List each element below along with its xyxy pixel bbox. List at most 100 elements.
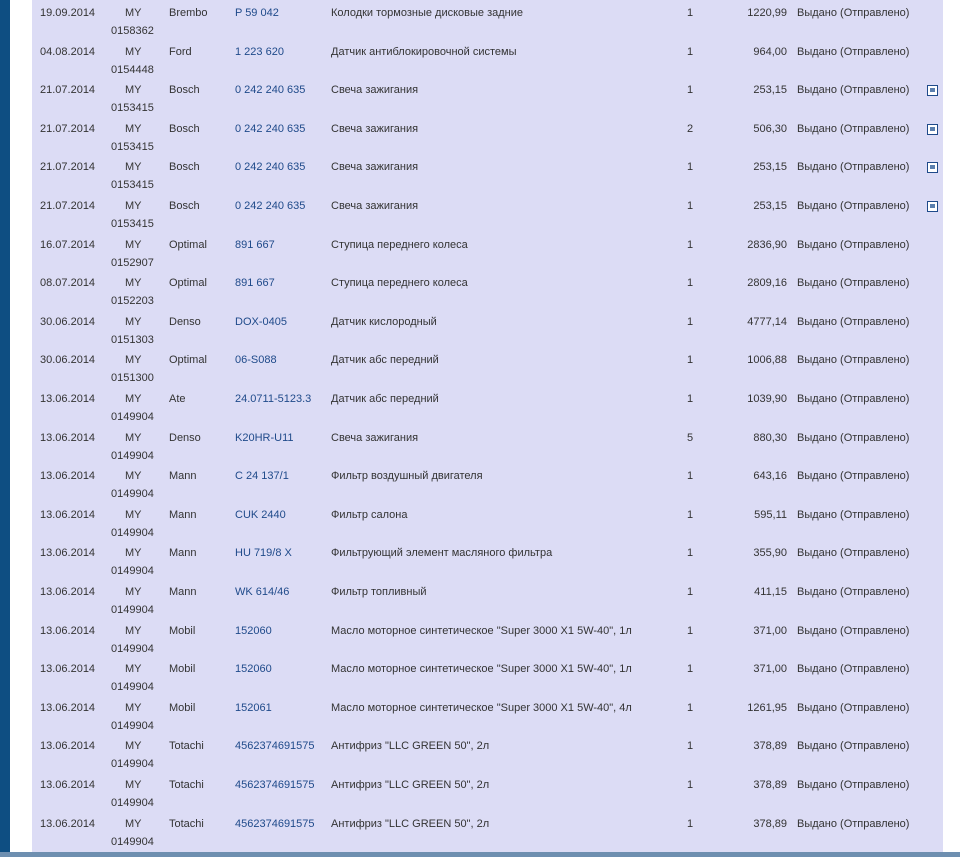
table-row[interactable]: 13.06.2014 MY 0149904 Mann HU 719/8 X Фильтру…: [32, 540, 943, 578]
article-number[interactable]: 4562374691575: [235, 818, 315, 830]
order-number: 0152907: [111, 257, 154, 269]
table-row[interactable]: 08.07.2014 MY 0152203 Optimal 891 667 Ступица…: [32, 270, 943, 308]
table-row[interactable]: 30.06.2014 MY 0151300 Optimal 06-S088 Датчик …: [32, 347, 943, 385]
table-row[interactable]: 13.06.2014 MY 0149904 Totachi 4562374691575 А…: [32, 733, 943, 771]
table-row[interactable]: 13.06.2014 MY 0149904 Mann C 24 137/1 Фильтр …: [32, 463, 943, 501]
order-number: 0149904: [111, 450, 154, 462]
status: Выдано (Отправлено): [797, 46, 910, 58]
order-number: 0153415: [111, 102, 154, 114]
article-number[interactable]: WK 614/46: [235, 586, 289, 598]
article-number[interactable]: 24.0711-5123.3: [235, 393, 311, 405]
quantity: 1: [687, 779, 694, 791]
order-number: 0149904: [111, 720, 154, 732]
table-row[interactable]: 21.07.2014 MY 0153415 Bosch 0 242 240 635 Све…: [32, 193, 943, 231]
order-prefix: MY: [125, 586, 142, 598]
order-date: 13.06.2014: [40, 663, 96, 675]
order-number: 0149904: [111, 797, 154, 809]
quantity: 1: [687, 702, 694, 714]
article-number[interactable]: 0 242 240 635: [235, 84, 305, 96]
quantity: 1: [687, 316, 694, 328]
order-date: 13.06.2014: [40, 470, 96, 482]
article-number[interactable]: 152060: [235, 625, 272, 637]
table-row[interactable]: 21.07.2014 MY 0153415 Bosch 0 242 240 635 Све…: [32, 154, 943, 192]
details-icon[interactable]: [927, 162, 938, 173]
brand: Totachi: [169, 779, 204, 791]
article-number[interactable]: 152060: [235, 663, 272, 675]
table-row[interactable]: 13.06.2014 MY 0149904 Mann WK 614/46 Фильтр т…: [32, 579, 943, 617]
order-date: 13.06.2014: [40, 586, 96, 598]
price: 371,00: [753, 625, 787, 637]
quantity: 2: [687, 123, 694, 135]
article-number[interactable]: 891 667: [235, 277, 275, 289]
brand: Bosch: [169, 200, 200, 212]
table-row[interactable]: 13.06.2014 MY 0149904 Ate 24.0711-5123.3 Датч…: [32, 386, 943, 424]
order-prefix: MY: [125, 200, 142, 212]
order-prefix: MY: [125, 779, 142, 791]
status: Выдано (Отправлено): [797, 354, 910, 366]
order-date: 30.06.2014: [40, 354, 96, 366]
quantity: 1: [687, 818, 694, 830]
article-number[interactable]: CUK 2440: [235, 509, 286, 521]
table-row[interactable]: 21.07.2014 MY 0153415 Bosch 0 242 240 635 Све…: [32, 116, 943, 154]
article-number[interactable]: 1 223 620: [235, 46, 284, 58]
order-date: 30.06.2014: [40, 316, 96, 328]
brand: Optimal: [169, 277, 207, 289]
order-date: 16.07.2014: [40, 239, 96, 251]
order-date: 13.06.2014: [40, 547, 96, 559]
table-row[interactable]: 13.06.2014 MY 0149904 Totachi 4562374691575 А…: [32, 772, 943, 810]
order-number: 0149904: [111, 643, 154, 655]
details-icon[interactable]: [927, 124, 938, 135]
table-row[interactable]: 13.06.2014 MY 0149904 Mobil 152060 Масло мото…: [32, 618, 943, 656]
table-row[interactable]: 30.06.2014 MY 0151303 Denso DOX-0405 Датчик к…: [32, 309, 943, 347]
order-number: 0158362: [111, 25, 154, 37]
article-number[interactable]: 0 242 240 635: [235, 200, 305, 212]
table-row[interactable]: 04.08.2014 MY 0154448 Ford 1 223 620 Датчик а…: [32, 39, 943, 77]
details-icon[interactable]: [927, 201, 938, 212]
status: Выдано (Отправлено): [797, 586, 910, 598]
article-number[interactable]: K20HR-U11: [235, 432, 294, 444]
price: 964,00: [753, 46, 787, 58]
article-number[interactable]: C 24 137/1: [235, 470, 289, 482]
price: 880,30: [753, 432, 787, 444]
price: 355,90: [753, 547, 787, 559]
quantity: 5: [687, 432, 694, 444]
order-number: 0153415: [111, 141, 154, 153]
brand: Mobil: [169, 663, 196, 675]
table-row[interactable]: 13.06.2014 MY 0149904 Mobil 152061 Масло мото…: [32, 695, 943, 733]
description: Антифриз "LLC GREEN 50", 2л: [331, 779, 490, 791]
table-row[interactable]: 13.06.2014 MY 0149904 Mann CUK 2440 Фильтр са…: [32, 502, 943, 540]
article-number[interactable]: 4562374691575: [235, 740, 315, 752]
order-prefix: MY: [125, 84, 142, 96]
article-number[interactable]: 0 242 240 635: [235, 123, 305, 135]
order-number: 0151300: [111, 372, 154, 384]
brand: Ford: [169, 46, 192, 58]
article-number[interactable]: 0 242 240 635: [235, 161, 305, 173]
description: Свеча зажигания: [331, 200, 419, 212]
article-number[interactable]: 152061: [235, 702, 272, 714]
order-prefix: MY: [125, 663, 142, 675]
brand: Mobil: [169, 702, 196, 714]
order-number: 0153415: [111, 218, 154, 230]
description: Датчик абс передний: [331, 354, 439, 366]
price: 1220,99: [747, 7, 787, 19]
order-date: 13.06.2014: [40, 509, 96, 521]
description: Колодки тормозные дисковые задние: [331, 7, 523, 19]
quantity: 1: [687, 547, 694, 559]
status: Выдано (Отправлено): [797, 818, 910, 830]
status: Выдано (Отправлено): [797, 161, 910, 173]
order-prefix: MY: [125, 277, 142, 289]
table-row[interactable]: 21.07.2014 MY 0153415 Bosch 0 242 240 635 Све…: [32, 77, 943, 115]
table-row[interactable]: 19.09.2014 MY 0158362 Brembo P 59 042 Колодки…: [32, 0, 943, 38]
article-number[interactable]: 06-S088: [235, 354, 277, 366]
table-row[interactable]: 13.06.2014 MY 0149904 Totachi 4562374691575 А…: [32, 811, 943, 849]
details-icon[interactable]: [927, 85, 938, 96]
article-number[interactable]: DOX-0405: [235, 316, 287, 328]
horizontal-scrollbar[interactable]: [0, 852, 960, 857]
article-number[interactable]: 891 667: [235, 239, 275, 251]
table-row[interactable]: 13.06.2014 MY 0149904 Mobil 152060 Масло мото…: [32, 656, 943, 694]
article-number[interactable]: 4562374691575: [235, 779, 315, 791]
article-number[interactable]: HU 719/8 X: [235, 547, 292, 559]
article-number[interactable]: P 59 042: [235, 7, 279, 19]
table-row[interactable]: 16.07.2014 MY 0152907 Optimal 891 667 Ступица…: [32, 232, 943, 270]
table-row[interactable]: 13.06.2014 MY 0149904 Denso K20HR-U11 Свеча з…: [32, 425, 943, 463]
